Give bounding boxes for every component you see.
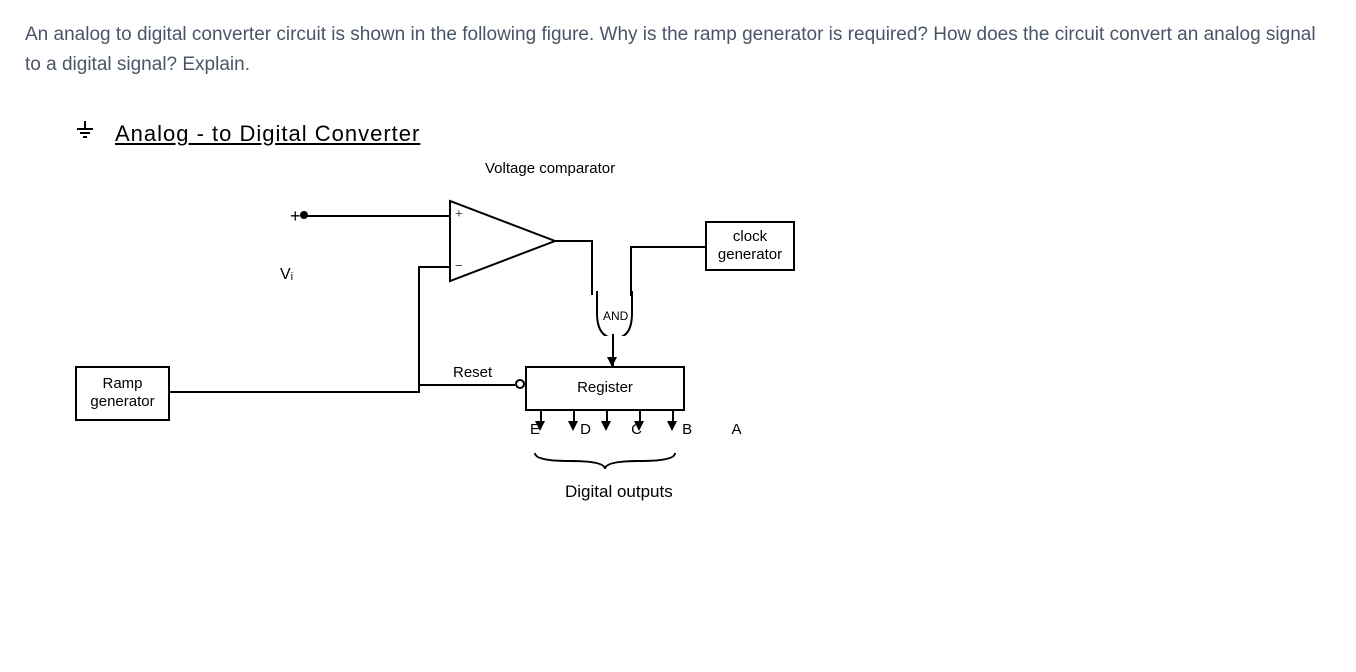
ground-symbol — [75, 121, 95, 141]
plus-terminal: + — [290, 206, 301, 227]
diagram-title: Analog - to Digital Converter — [115, 121, 420, 147]
terminal-dot — [300, 211, 308, 219]
wire — [305, 215, 450, 217]
comparator-plus: + — [455, 207, 463, 223]
wire — [630, 246, 632, 296]
wire — [553, 240, 593, 242]
wire — [418, 266, 420, 393]
input-voltage-label: Vᵢ — [280, 266, 293, 284]
arrow-icon — [607, 357, 617, 367]
voltage-comparator — [445, 196, 565, 286]
wire — [420, 384, 515, 386]
wire — [630, 246, 705, 248]
ramp-generator-block: Ramp generator — [75, 366, 170, 421]
and-gate-label: AND — [603, 309, 628, 323]
reset-label: Reset — [453, 364, 492, 381]
question-text: An analog to digital converter circuit i… — [25, 20, 1331, 81]
comparator-label: Voltage comparator — [485, 161, 615, 178]
output-pin-labels: E D C B A — [530, 421, 760, 438]
brace-icon — [530, 451, 680, 471]
wire — [170, 391, 420, 393]
comparator-minus: − — [455, 259, 463, 275]
wire — [591, 240, 593, 295]
digital-outputs-label: Digital outputs — [565, 481, 673, 503]
circuit-diagram: Analog - to Digital Converter Ramp gener… — [75, 121, 975, 601]
reset-input-circle — [515, 379, 525, 389]
clock-generator-block: clock generator — [705, 221, 795, 271]
wire — [418, 266, 450, 268]
register-block: Register — [525, 366, 685, 411]
